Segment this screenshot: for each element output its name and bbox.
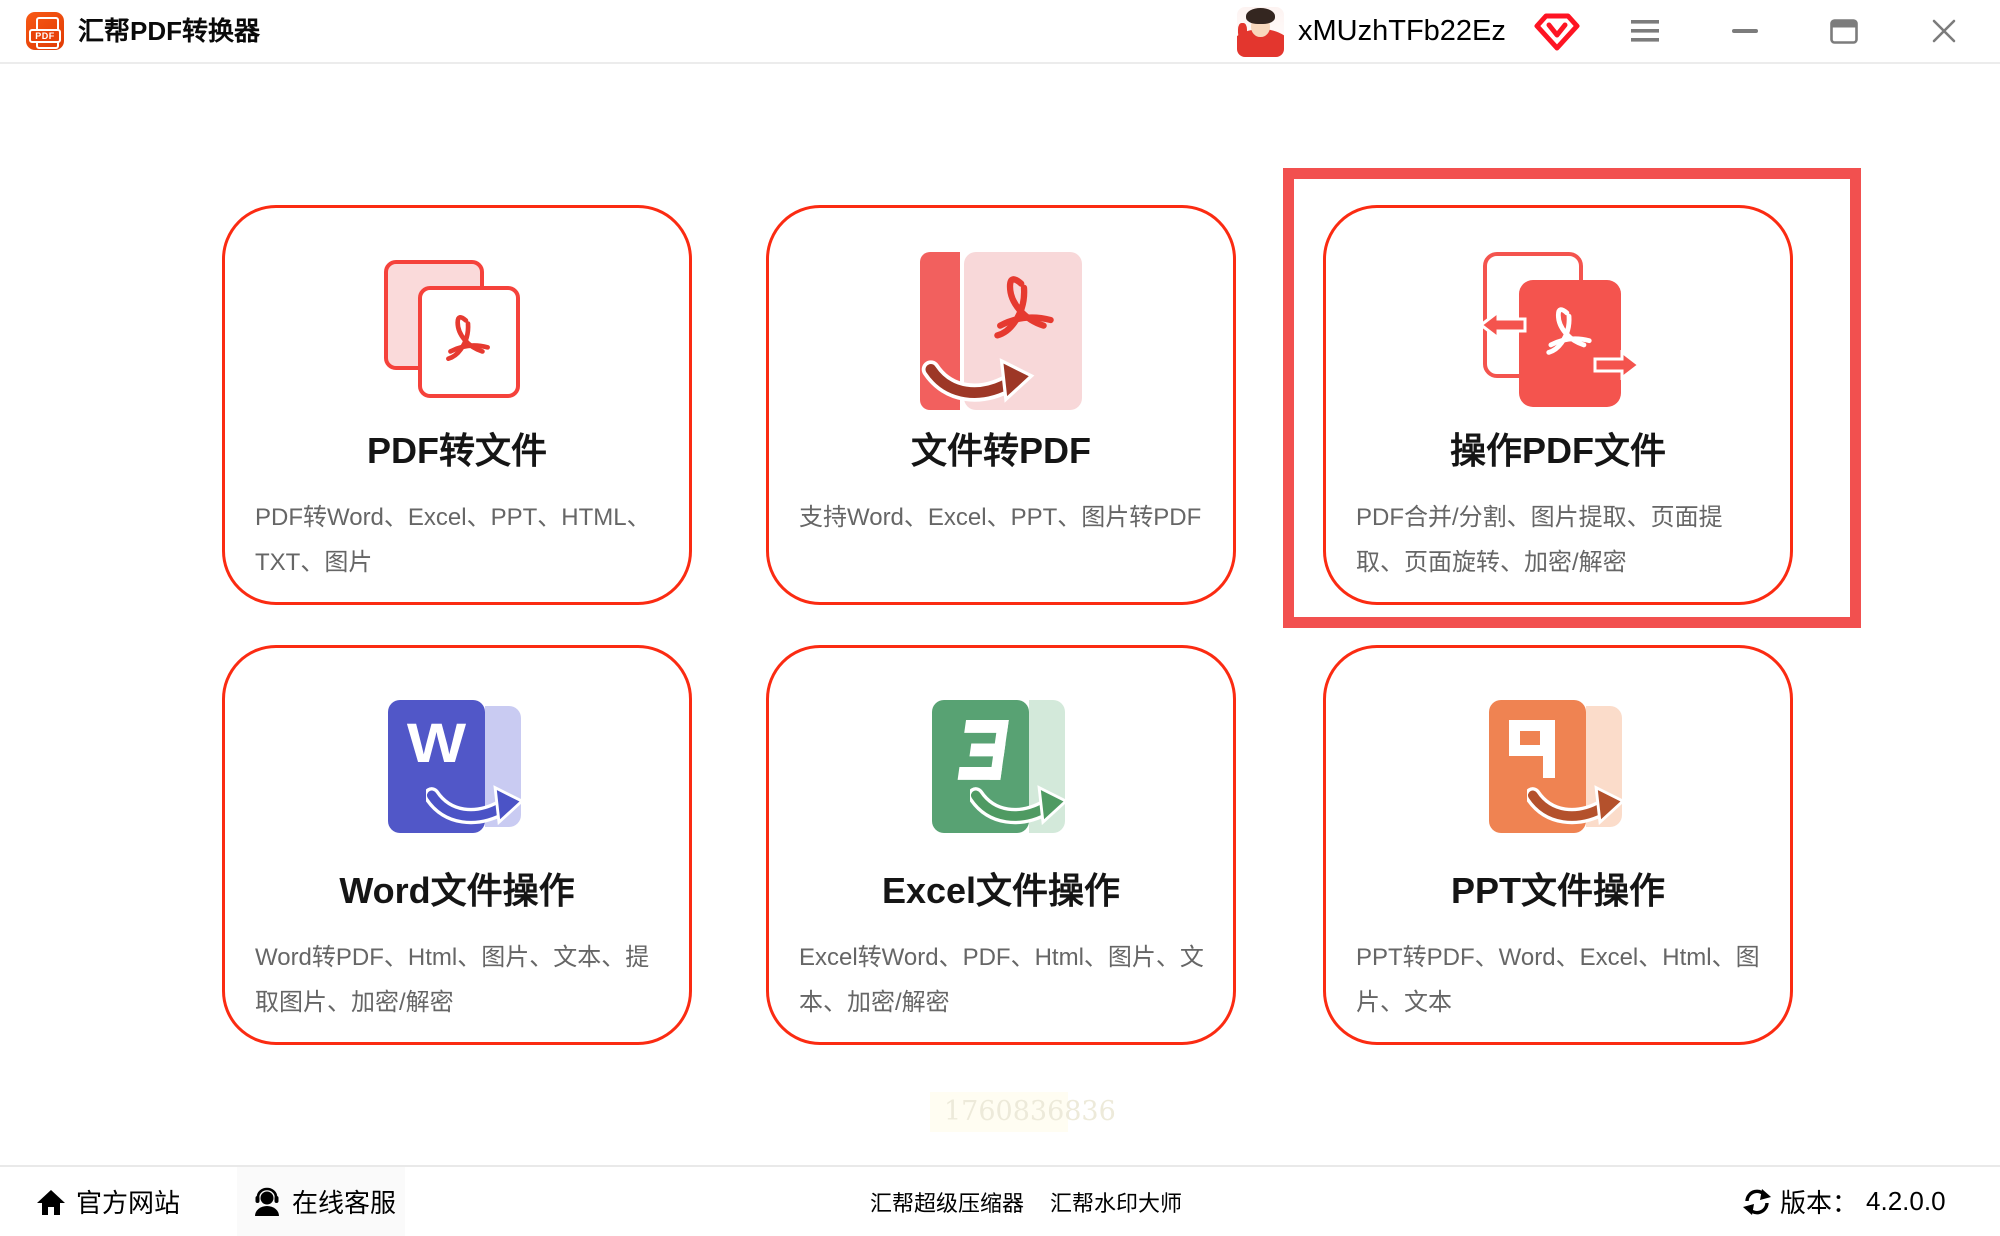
app-title: 汇帮PDF转换器 bbox=[78, 0, 260, 62]
excel-operations-icon bbox=[918, 692, 1084, 852]
headset-person-icon bbox=[252, 1187, 282, 1217]
card-title: Word文件操作 bbox=[225, 862, 689, 914]
card-excel-operations[interactable]: Excel文件操作 Excel转Word、PDF、Html、图片、文本、加密/解… bbox=[766, 645, 1236, 1045]
home-icon bbox=[36, 1188, 66, 1216]
operate-pdf-icon bbox=[1475, 252, 1641, 412]
maximize-button[interactable] bbox=[1815, 0, 1873, 62]
convert-arrow-icon bbox=[918, 348, 1038, 408]
convert-arrow-icon bbox=[970, 776, 1066, 830]
card-pdf-to-file[interactable]: PDF转文件 PDF转Word、Excel、PPT、HTML、TXT、图片 bbox=[222, 205, 692, 605]
official-website-label: 官方网站 bbox=[76, 1183, 180, 1220]
pdf-label: PDF bbox=[29, 29, 61, 43]
card-operate-pdf[interactable]: 操作PDF文件 PDF合并/分割、图片提取、页面提取、页面旋转、加密/解密 bbox=[1323, 205, 1793, 605]
card-description: Word转PDF、Html、图片、文本、提取图片、加密/解密 bbox=[255, 935, 665, 1025]
watermark: 1760836836 bbox=[930, 1092, 1068, 1132]
file-to-pdf-icon bbox=[918, 252, 1084, 412]
ppt-operations-icon bbox=[1475, 692, 1641, 852]
card-word-operations[interactable]: W Word文件操作 Word转PDF、Html、图片、文本、提取图片、加密/解… bbox=[222, 645, 692, 1045]
close-button[interactable] bbox=[1915, 0, 1973, 62]
footer-bar: 官方网站 在线客服 汇帮超级压缩器 汇帮水印大师 版本： 4.2.0.0 bbox=[0, 1165, 2000, 1236]
maximize-icon bbox=[1830, 19, 1858, 44]
version-label: 版本： bbox=[1780, 1183, 1858, 1220]
watermark-master-link[interactable]: 汇帮水印大师 bbox=[1050, 1167, 1182, 1236]
username-label[interactable]: xMUzhTFb22Ez bbox=[1298, 0, 1506, 62]
minimize-button[interactable] bbox=[1716, 0, 1774, 62]
arrow-right-icon bbox=[1593, 350, 1641, 380]
excel-glyph bbox=[946, 720, 1016, 782]
ppt-glyph bbox=[1505, 718, 1567, 784]
card-title: 操作PDF文件 bbox=[1326, 422, 1790, 474]
convert-arrow-icon bbox=[426, 776, 522, 830]
title-bar: PDF 汇帮PDF转换器 xMUzhTFb22Ez bbox=[0, 0, 2000, 64]
minimize-icon bbox=[1732, 28, 1758, 34]
acrobat-glyph bbox=[982, 266, 1066, 346]
app-logo-icon: PDF bbox=[26, 12, 64, 50]
card-title: 文件转PDF bbox=[769, 422, 1233, 474]
version-value: 4.2.0.0 bbox=[1866, 1186, 1946, 1217]
avatar-accent bbox=[1238, 23, 1247, 39]
acrobat-glyph bbox=[437, 308, 499, 366]
hamburger-menu-button[interactable] bbox=[1616, 0, 1674, 62]
card-title: Excel文件操作 bbox=[769, 862, 1233, 914]
card-description: Excel转Word、PDF、Html、图片、文本、加密/解密 bbox=[799, 935, 1209, 1025]
card-ppt-operations[interactable]: PPT文件操作 PPT转PDF、Word、Excel、Html、图片、文本 bbox=[1323, 645, 1793, 1045]
convert-arrow-icon bbox=[1527, 776, 1623, 830]
version-area: 版本： 4.2.0.0 bbox=[1742, 1167, 1946, 1236]
card-description: 支持Word、Excel、PPT、图片转PDF bbox=[799, 495, 1209, 540]
card-title: PPT文件操作 bbox=[1326, 862, 1790, 914]
arrow-left-icon bbox=[1479, 310, 1527, 340]
vip-gem-icon[interactable] bbox=[1534, 13, 1580, 51]
online-service-label: 在线客服 bbox=[292, 1183, 396, 1220]
word-operations-icon: W bbox=[374, 692, 540, 852]
refresh-icon[interactable] bbox=[1742, 1188, 1772, 1216]
pdf-to-file-icon bbox=[374, 252, 540, 412]
official-website-link[interactable]: 官方网站 bbox=[36, 1167, 180, 1236]
card-title: PDF转文件 bbox=[225, 422, 689, 474]
hamburger-menu-icon bbox=[1631, 20, 1659, 43]
acrobat-glyph bbox=[1537, 300, 1601, 360]
online-service-link[interactable]: 在线客服 bbox=[252, 1167, 396, 1236]
card-file-to-pdf[interactable]: 文件转PDF 支持Word、Excel、PPT、图片转PDF bbox=[766, 205, 1236, 605]
avatar-hair bbox=[1246, 8, 1275, 24]
card-description: PPT转PDF、Word、Excel、Html、图片、文本 bbox=[1356, 935, 1766, 1025]
word-letter: W bbox=[382, 710, 491, 775]
card-description: PDF合并/分割、图片提取、页面提取、页面旋转、加密/解密 bbox=[1356, 495, 1766, 585]
close-icon bbox=[1931, 18, 1957, 44]
super-compressor-link[interactable]: 汇帮超级压缩器 bbox=[870, 1167, 1024, 1236]
user-avatar[interactable] bbox=[1237, 7, 1284, 57]
card-description: PDF转Word、Excel、PPT、HTML、TXT、图片 bbox=[255, 495, 665, 585]
